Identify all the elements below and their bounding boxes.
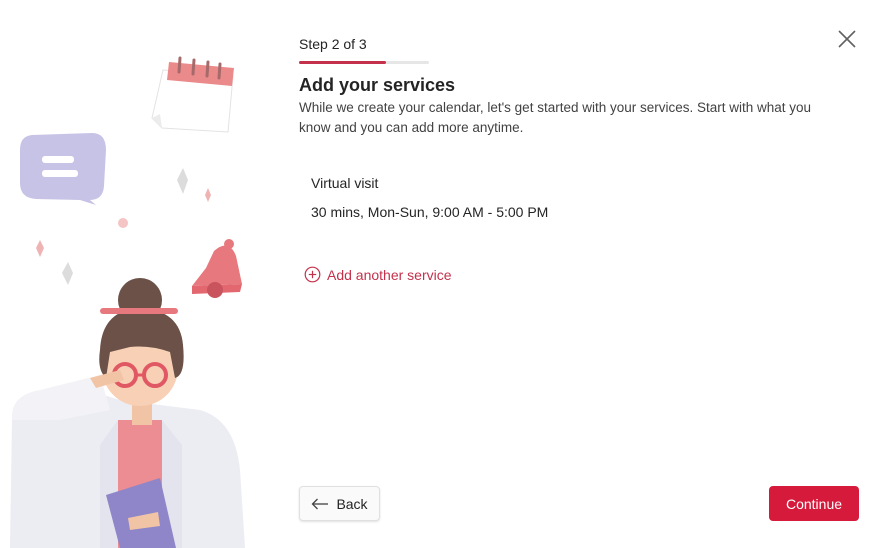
back-button-label: Back <box>336 495 368 512</box>
back-button[interactable]: Back <box>299 486 380 521</box>
arrow-left-icon <box>312 498 329 509</box>
sparkle-icon <box>36 240 44 257</box>
dot-decoration <box>118 218 128 228</box>
close-button[interactable] <box>835 27 859 51</box>
scheduling-illustration <box>10 56 245 548</box>
page-title: Add your services <box>299 75 456 95</box>
add-service-link[interactable]: Add another service <box>304 266 452 283</box>
add-circle-icon <box>304 266 321 283</box>
progress-bar <box>299 61 429 64</box>
page-description: While we create your calendar, let's get… <box>299 100 812 135</box>
add-service-label: Add another service <box>327 266 452 283</box>
progress-bar-fill <box>299 61 387 64</box>
service-item[interactable]: Virtual visit 30 mins, Mon-Sun, 9:00 AM … <box>311 175 711 220</box>
person-illustration <box>10 278 245 548</box>
sparkle-icon <box>177 168 188 194</box>
calendar-icon <box>151 56 234 133</box>
bell-icon <box>192 239 242 298</box>
service-name: Virtual visit <box>311 175 379 191</box>
chat-bubble-icon <box>20 133 106 205</box>
sparkle-icon <box>205 188 211 202</box>
close-icon <box>838 30 856 48</box>
step-indicator: Step 2 of 3 <box>299 36 367 52</box>
continue-button[interactable]: Continue <box>769 486 859 521</box>
sparkle-icon <box>62 262 73 285</box>
service-detail: 30 mins, Mon-Sun, 9:00 AM - 5:00 PM <box>311 204 549 220</box>
continue-button-label: Continue <box>785 495 843 512</box>
